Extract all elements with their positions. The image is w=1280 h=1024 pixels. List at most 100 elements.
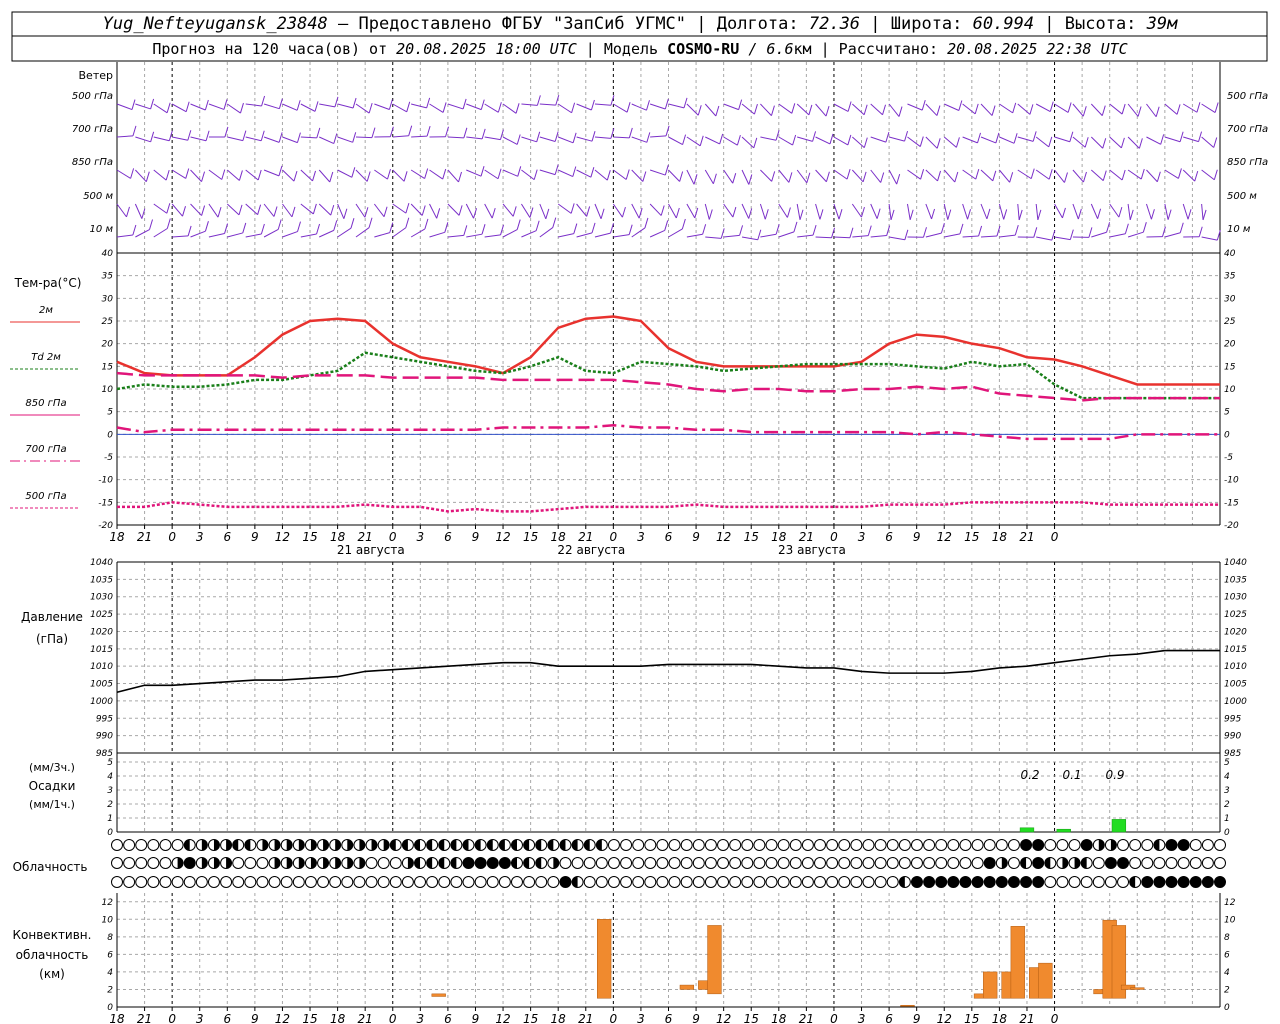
time-tick-label: 3 bbox=[196, 1012, 204, 1024]
wind-barb-shaft bbox=[153, 136, 170, 142]
cloud-icon bbox=[1141, 857, 1154, 869]
wind-barb-shaft bbox=[300, 103, 316, 112]
wind-barb-shaft bbox=[1146, 103, 1157, 118]
cloud-icon bbox=[547, 876, 560, 888]
time-tick-label: 9 bbox=[913, 1012, 921, 1024]
wind-barb-shaft bbox=[760, 169, 773, 182]
wind-barb-flag bbox=[904, 131, 909, 142]
wind-barb-flag bbox=[314, 101, 319, 112]
wind-barb-shaft bbox=[245, 169, 259, 181]
wind-barb-flag bbox=[1177, 168, 1182, 179]
model-label: | Модель bbox=[577, 40, 667, 58]
wind-barb-shaft bbox=[484, 103, 499, 113]
wind-barb-shaft bbox=[980, 169, 994, 182]
y-tick-label-right: 1005 bbox=[1224, 680, 1247, 690]
wind-barb-flag bbox=[975, 168, 980, 180]
wind-barb-flag bbox=[606, 170, 611, 181]
wind-barb-shaft bbox=[925, 232, 942, 238]
wind-barb-shaft bbox=[337, 227, 352, 238]
cloud-icon bbox=[1007, 876, 1020, 888]
wind-barb-flag bbox=[890, 209, 895, 221]
wind-barb-shaft bbox=[208, 169, 223, 180]
wind-barb-flag bbox=[481, 224, 486, 235]
wind-barb-flag bbox=[350, 218, 355, 229]
wind-barb-flag bbox=[1120, 137, 1125, 149]
wind-barb-flag bbox=[736, 135, 741, 146]
wind-barb-flag bbox=[846, 168, 851, 180]
y-tick-label-left: 10 bbox=[102, 915, 114, 925]
wind-barb-flag bbox=[351, 167, 356, 178]
wind-barb-shaft bbox=[153, 103, 168, 114]
header-line2: Прогноз на 120 часа(ов) от 20.08.2025 18… bbox=[152, 40, 1127, 58]
wind-barb-flag bbox=[591, 131, 596, 142]
cloud-icon bbox=[826, 839, 839, 851]
wind-barb-shaft bbox=[355, 103, 370, 114]
wind-barb-shaft bbox=[705, 136, 720, 145]
wind-barb-flag bbox=[242, 130, 247, 141]
wind-panel: Ветер 500 гПа 700 гПа 850 гПа 500 м 10 м 500… bbox=[72, 62, 1268, 254]
conv-bar bbox=[431, 993, 446, 997]
cloud-icon bbox=[135, 876, 148, 888]
y-tick-label-left: 0 bbox=[107, 430, 113, 440]
cloud-icon bbox=[923, 876, 936, 888]
wind-barb-shaft bbox=[815, 136, 831, 145]
time-tick-label: 9 bbox=[692, 1012, 700, 1024]
time-tick-label: 9 bbox=[692, 530, 700, 544]
precip-label-3: 0.9 bbox=[1105, 768, 1124, 782]
wind-barb-flag bbox=[638, 208, 643, 219]
y-tick-label-left: 20 bbox=[102, 340, 114, 350]
cloud-icon bbox=[789, 839, 802, 851]
wind-barb-shaft bbox=[833, 236, 850, 239]
wind-barb-flag bbox=[1064, 172, 1068, 183]
cloud-icon-fill bbox=[359, 857, 365, 869]
cloud-icon bbox=[741, 839, 754, 851]
wind-barb-flag bbox=[923, 227, 927, 238]
time-tick-label: 6 bbox=[223, 1012, 231, 1024]
day-labels: 21 августа 22 августа 23 августа bbox=[337, 543, 846, 557]
wind-barb-flag bbox=[919, 136, 924, 147]
time-tick-label: 6 bbox=[444, 530, 452, 544]
wind-barb-flag bbox=[145, 171, 150, 182]
wind-barb-flag bbox=[366, 171, 371, 182]
wind-barb-shaft bbox=[612, 203, 623, 218]
wind-barb-shaft bbox=[135, 136, 151, 143]
y-tick-label-right: 10 bbox=[1224, 915, 1236, 925]
wind-barb-flag bbox=[296, 132, 301, 143]
y-tick-label-left: 1000 bbox=[90, 697, 113, 707]
wind-barb-shaft bbox=[778, 103, 793, 114]
cloud-icon bbox=[1092, 876, 1105, 888]
cloud-icon bbox=[692, 876, 705, 888]
conv-title1: Конвективн. bbox=[13, 928, 92, 942]
wind-barb-shaft bbox=[557, 103, 572, 114]
cloud-icon bbox=[801, 876, 814, 888]
wind-barb-flag bbox=[708, 209, 713, 220]
cloud-icon bbox=[1032, 839, 1045, 851]
cloud-icon bbox=[983, 876, 996, 888]
wind-barb-shaft bbox=[392, 203, 407, 214]
cloud-icon bbox=[111, 876, 123, 888]
cloud-icon bbox=[704, 857, 717, 869]
wind-barb-shaft bbox=[741, 203, 750, 219]
wind-barb-shaft bbox=[466, 233, 483, 238]
y-tick-label-right: 4 bbox=[1224, 772, 1230, 782]
wind-barb-shaft bbox=[723, 136, 738, 146]
cloud-icon bbox=[280, 876, 293, 888]
cloud-icon bbox=[147, 876, 160, 888]
wind-barb-flag bbox=[291, 206, 296, 218]
wind-barb-shaft bbox=[668, 136, 683, 146]
cloud-icon-fill bbox=[523, 839, 530, 851]
cloud-icon bbox=[292, 876, 305, 888]
precip-grid: 0 0 1 1 2 2 3 3 4 4 5 5 bbox=[107, 753, 1230, 838]
wind-barb-shaft bbox=[1164, 203, 1169, 220]
time-tick-label: 6 bbox=[223, 530, 231, 544]
y-tick-label-right: 8 bbox=[1224, 933, 1230, 943]
wind-barb-shaft bbox=[833, 203, 840, 220]
cloud-icon bbox=[1153, 857, 1166, 869]
cloud-icon bbox=[1007, 857, 1020, 869]
time-tick-label: 0 bbox=[1051, 1012, 1059, 1024]
wind-level-left: 500 гПа bbox=[72, 91, 113, 102]
wind-barb-flag bbox=[240, 102, 244, 114]
wind-barb-flag bbox=[896, 173, 901, 185]
cloud-icon-fill bbox=[1074, 857, 1081, 869]
wind-barb-shaft bbox=[392, 227, 407, 238]
